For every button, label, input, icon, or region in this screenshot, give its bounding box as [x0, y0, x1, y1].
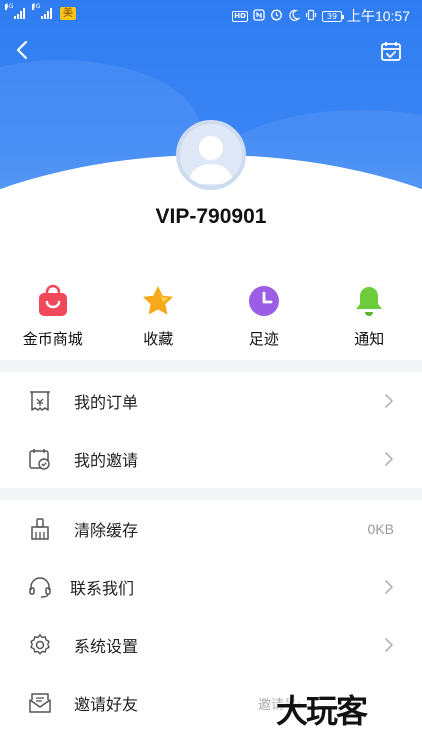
menu-group-orders: 我的订单 我的邀请: [0, 372, 422, 488]
menu-item-label: 联系我们: [70, 579, 135, 598]
chevron-right-icon: [385, 580, 393, 594]
quick-action-label: 金币商城: [22, 330, 83, 348]
broom-icon: [31, 518, 49, 540]
signal-tag: 4G: [5, 3, 14, 10]
menu-item-system-settings[interactable]: 系统设置: [0, 616, 422, 674]
signal-icon: 4G: [5, 4, 25, 19]
username: VIP-790901: [155, 205, 267, 228]
app-notification-badge: 美: [60, 7, 76, 20]
chevron-right-icon: [385, 452, 393, 466]
menu-item-label: 我的订单: [74, 393, 139, 412]
chevron-right-icon: [385, 394, 393, 408]
receipt-icon: [30, 391, 50, 411]
menu-item-label: 邀请好友: [74, 695, 139, 714]
calendar-check-icon: [381, 42, 401, 61]
quick-action-notifications[interactable]: 通知: [317, 270, 422, 360]
status-time: 上午10:57: [346, 8, 410, 24]
battery-icon: 39: [321, 10, 344, 22]
quick-action-coin-mall[interactable]: 金币商城: [0, 270, 106, 360]
moon-icon: [288, 9, 301, 24]
signal-icon: 3G: [32, 4, 52, 19]
calendar-check-icon: [29, 449, 50, 470]
chevron-left-icon: [16, 40, 28, 60]
menu-item-label: 我的邀请: [74, 451, 139, 470]
status-bar-right: HD 39 上午10:57: [232, 6, 410, 26]
status-bar: 4G 3G 美 HD 39 上午10:57: [0, 0, 422, 30]
cache-size-value: 0KB: [367, 521, 394, 537]
watermark-logo: 大玩客: [276, 692, 368, 730]
quick-action-favorites[interactable]: 收藏: [106, 270, 212, 360]
shopping-bag-icon: [38, 284, 67, 316]
quick-actions: 金币商城 收藏 足迹 通知: [0, 270, 422, 360]
sign-in-calendar-button[interactable]: [380, 40, 402, 62]
headset-icon: [29, 577, 51, 598]
quick-action-label: 通知: [354, 330, 385, 348]
menu-item-label: 清除缓存: [74, 521, 139, 540]
menu-item-label: 系统设置: [74, 637, 139, 656]
star-icon: [143, 286, 174, 315]
avatar[interactable]: [176, 120, 246, 190]
chevron-right-icon: [385, 638, 393, 652]
gear-icon: [30, 634, 50, 655]
bell-icon: [356, 287, 383, 316]
menu-item-my-invitations[interactable]: 我的邀请: [0, 430, 422, 488]
user-silhouette-icon: [188, 136, 234, 184]
menu-item-contact-us[interactable]: 联系我们: [0, 558, 422, 616]
quick-action-footprints[interactable]: 足迹: [211, 270, 317, 360]
menu-item-clear-cache[interactable]: 清除缓存 0KB: [0, 500, 422, 558]
quick-action-label: 足迹: [248, 330, 279, 348]
alarm-icon: [270, 8, 283, 24]
hd-indicator: HD: [232, 10, 248, 22]
mail-icon: [29, 693, 51, 713]
signal-tag: 3G: [32, 3, 41, 10]
clock-icon: [248, 286, 279, 316]
quick-action-label: 收藏: [143, 330, 174, 348]
status-bar-left: 4G 3G 美: [5, 4, 76, 20]
menu-item-my-orders[interactable]: 我的订单: [0, 372, 422, 430]
vibrate-icon: [305, 9, 317, 24]
back-button[interactable]: [10, 36, 34, 64]
nfc-icon: [253, 8, 265, 24]
